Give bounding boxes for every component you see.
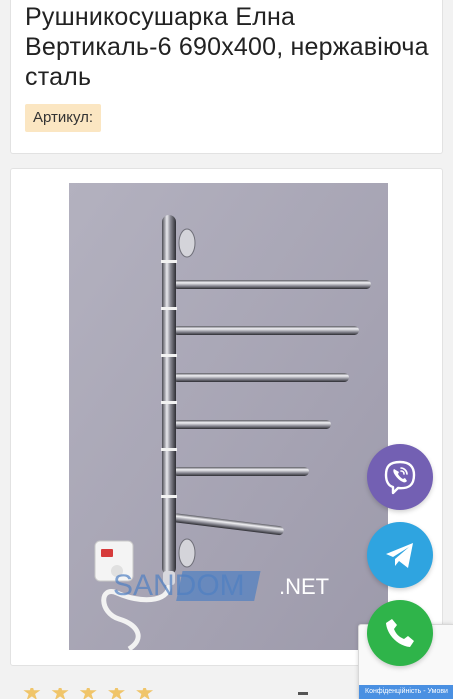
star-icon[interactable]: ★	[78, 688, 98, 699]
recaptcha-privacy-link[interactable]: Конфіденційність	[365, 688, 421, 695]
rating-stars[interactable]: ★ ★ ★ ★ ★	[22, 688, 182, 699]
product-title: Рушникосушарка Елна Вертикаль-6 690х400,…	[25, 3, 429, 91]
star-icon[interactable]: ★	[107, 688, 127, 699]
recaptcha-terms-link[interactable]: Умови	[428, 688, 448, 695]
telegram-button[interactable]	[367, 522, 433, 588]
star-icon[interactable]: ★	[50, 688, 70, 699]
star-icon[interactable]: ★	[135, 688, 155, 699]
towel-rail-image: SANDOM .NET	[69, 183, 388, 650]
partial-text-fragment	[298, 692, 308, 695]
sku-badge: Артикул:	[25, 104, 102, 132]
phone-icon	[386, 619, 414, 647]
recaptcha-links: Конфіденційність - Умови	[359, 685, 453, 699]
phone-button[interactable]	[367, 600, 433, 666]
star-icon[interactable]: ★	[22, 688, 42, 699]
viber-icon	[384, 460, 416, 495]
product-photo[interactable]: SANDOM .NET	[69, 183, 388, 650]
product-title-card: Рушникосушарка Елна Вертикаль-6 690х400,…	[10, 0, 443, 154]
product-image-card: SANDOM .NET	[10, 168, 443, 666]
telegram-icon	[386, 543, 413, 568]
watermark-domain: .NET	[279, 574, 329, 599]
viber-button[interactable]	[367, 444, 433, 510]
